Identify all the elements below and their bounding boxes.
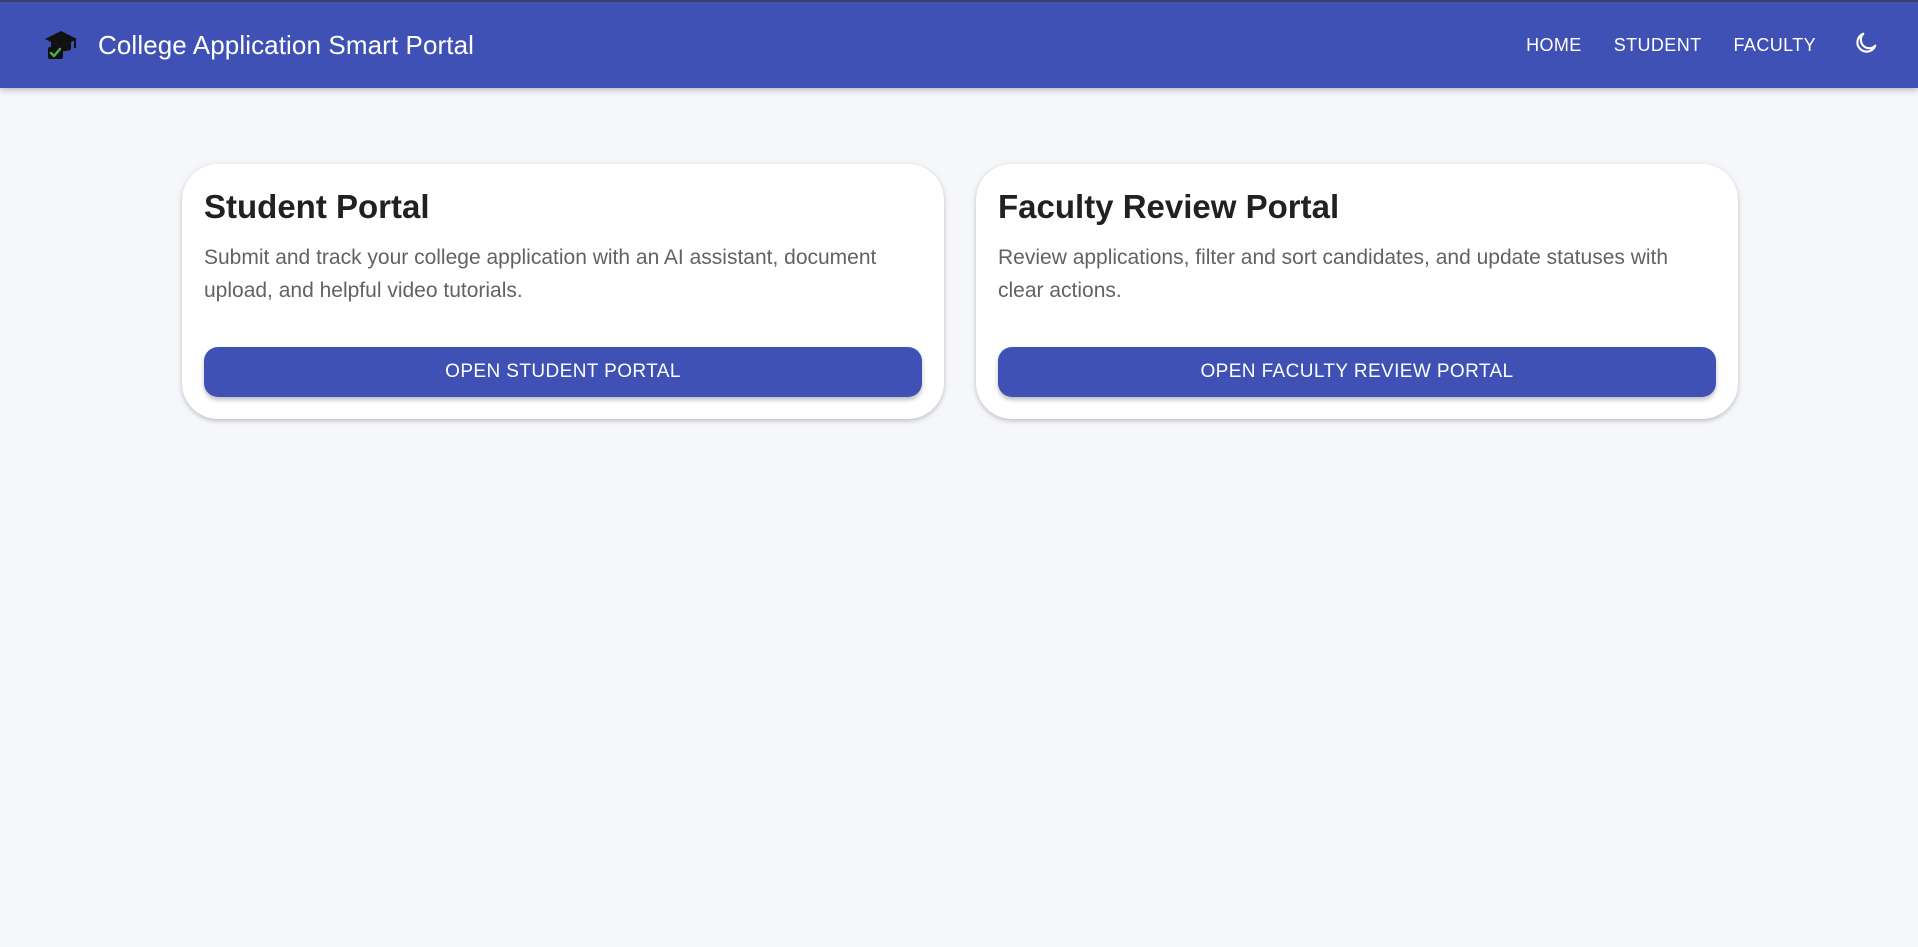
- theme-toggle-button[interactable]: [1842, 21, 1890, 69]
- main-nav: HOME STUDENT FACULTY: [1510, 21, 1890, 69]
- card-description: Submit and track your college applicatio…: [204, 246, 877, 303]
- nav-faculty-link[interactable]: FACULTY: [1718, 25, 1832, 66]
- faculty-portal-card: Faculty Review Portal Review application…: [976, 164, 1738, 419]
- card-description: Review applications, filter and sort can…: [998, 246, 1669, 303]
- open-faculty-review-portal-button[interactable]: OPEN FACULTY REVIEW PORTAL: [998, 347, 1716, 397]
- nav-home-link[interactable]: HOME: [1510, 25, 1598, 66]
- open-student-portal-button[interactable]: OPEN STUDENT PORTAL: [204, 347, 922, 397]
- app-header: College Application Smart Portal HOME ST…: [0, 0, 1918, 88]
- app-title: College Application Smart Portal: [98, 29, 475, 60]
- student-portal-card: Student Portal Submit and track your col…: [182, 164, 944, 419]
- portal-cards: Student Portal Submit and track your col…: [182, 164, 1738, 419]
- moon-icon: [1853, 30, 1879, 61]
- graduation-cap-icon: [44, 28, 78, 62]
- card-title: Student Portal: [204, 188, 430, 225]
- card-title: Faculty Review Portal: [998, 188, 1340, 225]
- nav-student-link[interactable]: STUDENT: [1598, 25, 1718, 66]
